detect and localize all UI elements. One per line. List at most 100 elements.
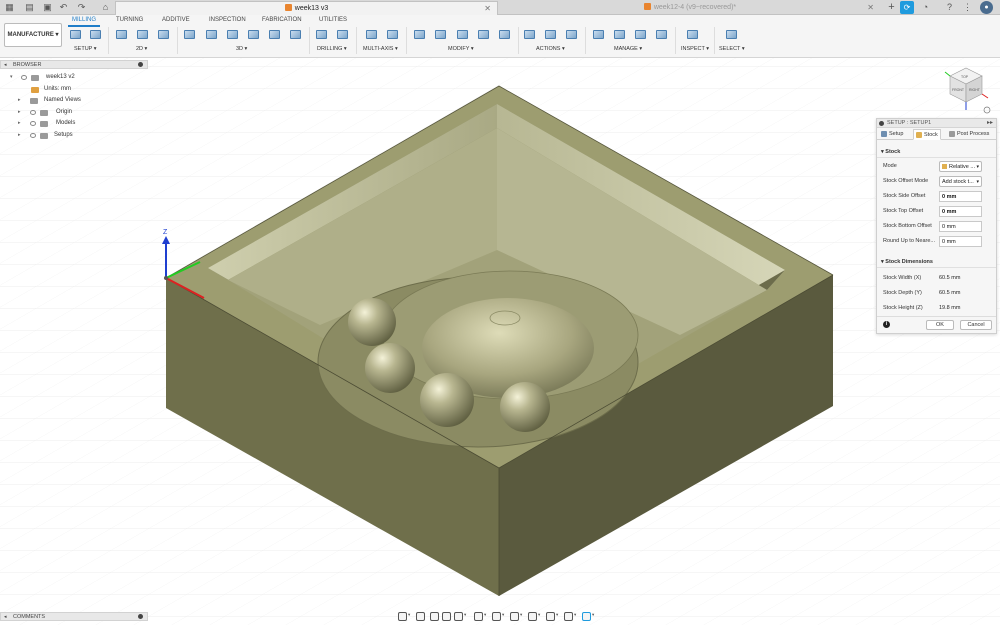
comments-panel[interactable]: ◂ COMMENTS xyxy=(0,612,148,621)
group-modify[interactable]: MODIFY ▾ xyxy=(448,46,474,52)
browser-header[interactable]: ◂ BROWSER xyxy=(0,60,148,69)
stock-side-offset-input[interactable]: 0 mm xyxy=(939,191,982,202)
setup-sheet-tool[interactable] xyxy=(88,27,103,42)
save-icon[interactable]: ▣ xyxy=(42,2,53,13)
group-manage[interactable]: MANAGE ▾ xyxy=(614,46,642,52)
tree-root[interactable]: ▾ week13 v2 xyxy=(0,72,148,84)
tab-post-process[interactable]: Post Process xyxy=(947,129,991,140)
hole-recognition-tool[interactable] xyxy=(335,27,350,42)
swarf-tool[interactable] xyxy=(364,27,379,42)
close-tab-icon[interactable]: ✕ xyxy=(867,1,874,15)
extensions-icon[interactable]: ⋮ xyxy=(962,2,973,13)
3d-scallop-tool[interactable] xyxy=(267,27,282,42)
drill-tool[interactable] xyxy=(314,27,329,42)
grid-settings-icon[interactable] xyxy=(492,612,501,621)
dropdown-caret-icon[interactable]: ▾ xyxy=(592,612,594,618)
2d-adaptive-tool[interactable] xyxy=(114,27,129,42)
camera-icon[interactable] xyxy=(546,612,555,621)
comments-options-icon[interactable] xyxy=(138,614,143,619)
3d-pocket-tool[interactable] xyxy=(204,27,219,42)
help-icon[interactable]: ? xyxy=(944,2,955,13)
workspace-switcher[interactable]: MANUFACTURE ▾ xyxy=(4,23,62,47)
display-settings-icon[interactable] xyxy=(474,612,483,621)
expand-panel-icon[interactable]: ▸▸ xyxy=(987,119,993,128)
expand-arrow-icon[interactable]: ▸ xyxy=(18,118,21,130)
3d-adaptive-tool[interactable] xyxy=(182,27,197,42)
mode-select[interactable]: Relative ... ▾ xyxy=(939,161,982,172)
stock-offset-mode-select[interactable]: Add stock t... ▾ xyxy=(939,176,982,187)
dropdown-caret-icon[interactable]: ▾ xyxy=(484,612,486,618)
tree-item-units[interactable]: Units: mm xyxy=(0,84,148,96)
multi-axis-contour-tool[interactable] xyxy=(385,27,400,42)
visibility-eye-icon[interactable] xyxy=(30,109,36,115)
face-tool[interactable] xyxy=(156,27,171,42)
effects-icon[interactable] xyxy=(564,612,573,621)
tab-setup[interactable]: Setup xyxy=(879,129,905,140)
tab-additive[interactable]: ADDITIVE xyxy=(162,17,190,23)
group-drilling[interactable]: DRILLING ▾ xyxy=(317,46,347,52)
section-analysis-icon[interactable] xyxy=(528,612,537,621)
apps-grid-icon[interactable]: ▦ xyxy=(4,2,15,13)
collapse-icon[interactable]: ◂ xyxy=(4,61,7,69)
pan-icon[interactable] xyxy=(430,612,439,621)
stock-top-offset-input[interactable]: 0 mm xyxy=(939,206,982,217)
viewports-icon[interactable] xyxy=(510,612,519,621)
setup-sheet-action-tool[interactable] xyxy=(564,27,579,42)
tab-inspection[interactable]: INSPECTION xyxy=(209,17,246,23)
group-select[interactable]: SELECT ▾ xyxy=(719,46,745,52)
new-tab-icon[interactable]: + xyxy=(886,2,897,13)
modify-tool-3[interactable] xyxy=(455,27,470,42)
document-tab-active[interactable]: week13 v3 ✕ xyxy=(115,1,498,15)
home-icon[interactable]: ⌂ xyxy=(100,2,111,13)
new-setup-tool[interactable] xyxy=(68,27,83,42)
simulate-tool[interactable] xyxy=(522,27,537,42)
manage-tool-3[interactable] xyxy=(633,27,648,42)
info-icon[interactable]: i xyxy=(883,321,890,328)
select-tool[interactable] xyxy=(724,27,739,42)
group-2d[interactable]: 2D ▾ xyxy=(136,46,147,52)
3d-contour-tool[interactable] xyxy=(246,27,261,42)
modify-tool-4[interactable] xyxy=(476,27,491,42)
tab-fabrication[interactable]: FABRICATION xyxy=(262,17,302,23)
orbit-icon[interactable] xyxy=(398,612,407,621)
dropdown-caret-icon[interactable]: ▾ xyxy=(464,612,466,618)
stock-dimensions-section-header[interactable]: ▾ Stock Dimensions xyxy=(877,257,996,268)
manage-tool-2[interactable] xyxy=(612,27,627,42)
setup-dialog-title-bar[interactable]: SETUP : SETUP1 ▸▸ xyxy=(877,119,996,128)
canvas-viewport[interactable]: Z xyxy=(0,58,1000,625)
simulation-display-icon[interactable] xyxy=(582,612,591,621)
tree-item-origin[interactable]: ▸ Origin xyxy=(0,107,148,119)
document-tab-inactive[interactable]: week12-4 (v9~recovered)* ✕ xyxy=(500,1,880,15)
tab-utilities[interactable]: UTILITIES xyxy=(319,17,347,23)
stock-bottom-offset-input[interactable]: 0 mm xyxy=(939,221,982,232)
group-inspect[interactable]: INSPECT ▾ xyxy=(681,46,709,52)
panel-options-icon[interactable] xyxy=(138,62,143,67)
visibility-eye-icon[interactable] xyxy=(21,75,27,80)
cancel-button[interactable]: Cancel xyxy=(960,320,992,330)
visibility-eye-icon[interactable] xyxy=(30,121,36,126)
dropdown-caret-icon[interactable]: ▾ xyxy=(408,612,410,618)
group-multi-axis[interactable]: MULTI-AXIS ▾ xyxy=(363,46,398,52)
round-up-input[interactable]: 0 mm xyxy=(939,236,982,247)
file-menu-icon[interactable]: ▤ xyxy=(24,2,35,13)
stock-section-header[interactable]: ▾ Stock xyxy=(877,147,996,158)
dropdown-caret-icon[interactable]: ▾ xyxy=(574,612,576,618)
fit-icon[interactable] xyxy=(454,612,463,621)
tree-item-setups[interactable]: ▸ Setups xyxy=(0,130,148,142)
collapse-icon[interactable]: ◂ xyxy=(4,613,7,621)
tab-stock[interactable]: Stock xyxy=(913,129,941,140)
notifications-icon[interactable]: ◔ xyxy=(920,2,931,13)
undo-icon[interactable]: ↶ xyxy=(58,2,69,13)
expand-arrow-icon[interactable]: ▾ xyxy=(10,72,13,84)
viewcube-graphic[interactable]: TOP FRONT RIGHT xyxy=(940,62,992,118)
measure-tool[interactable] xyxy=(685,27,700,42)
delete-toolpath-tool[interactable] xyxy=(433,27,448,42)
model-scene[interactable]: Z xyxy=(0,58,1000,625)
redo-icon[interactable]: ↷ xyxy=(76,2,87,13)
2d-pocket-tool[interactable] xyxy=(135,27,150,42)
dropdown-caret-icon[interactable]: ▾ xyxy=(520,612,522,618)
group-3d[interactable]: 3D ▾ xyxy=(236,46,247,52)
look-at-icon[interactable] xyxy=(416,612,425,621)
manage-tool-4[interactable] xyxy=(654,27,669,42)
zoom-icon[interactable] xyxy=(442,612,451,621)
